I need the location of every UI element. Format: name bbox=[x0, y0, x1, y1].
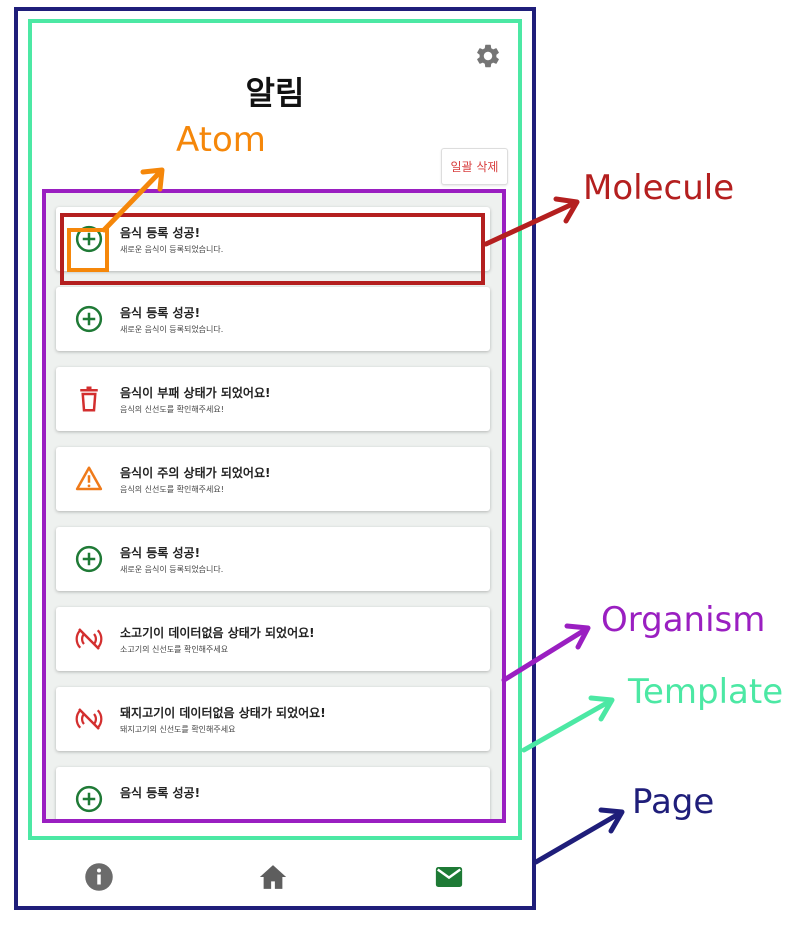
molecule-label: Molecule bbox=[583, 168, 735, 208]
molecule-arrow bbox=[483, 196, 580, 247]
page-arrow bbox=[533, 807, 625, 865]
atom-arrow bbox=[101, 167, 165, 233]
template-label: Template bbox=[628, 672, 784, 712]
atom-label: Atom bbox=[176, 120, 266, 160]
organism-arrow bbox=[501, 623, 591, 683]
organism-label: Organism bbox=[601, 600, 766, 640]
template-arrow bbox=[521, 695, 615, 753]
page-label: Page bbox=[632, 782, 715, 822]
